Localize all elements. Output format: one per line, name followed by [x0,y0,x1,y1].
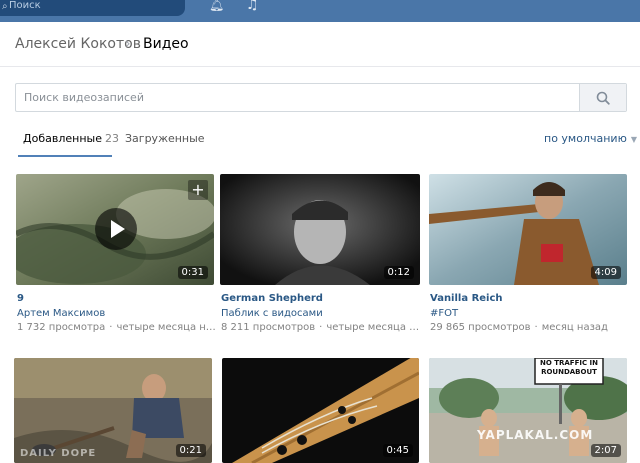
video-views: 29 865 просмотров [430,322,531,333]
video-duration: 0:45 [382,444,413,457]
video-title[interactable]: German Shepherd [221,293,323,304]
search-button[interactable] [579,84,626,111]
video-meta: 1 732 просмотра·четыре месяца назад [17,322,217,333]
chevron-down-icon: ▼ [630,135,637,144]
video-views: 1 732 просмотра [17,322,106,333]
video-meta: 29 865 просмотров · месяц назад [430,322,608,333]
search-icon: ⌕ [2,1,8,12]
video-date: четыре месяца назад [326,322,421,333]
video-search-box [15,83,627,112]
video-duration: 0:21 [175,444,206,457]
video-tabs: Добавленные 23 Загруженные по умолчанию ▼ [0,122,640,158]
video-date: месяц назад [541,322,608,333]
tab-uploaded[interactable]: Загруженные [125,132,205,145]
breadcrumb: Алексей Кокотов › Видео [0,22,640,67]
page-title: Видео [143,36,189,52]
video-duration: 2:07 [590,444,621,457]
street-sign-text: NO TRAFFIC IN ROUNDABOUT [539,359,599,376]
video-title[interactable]: 9 [17,293,24,304]
video-duration: 0:12 [383,266,414,279]
video-author[interactable]: Артем Максимов [17,308,105,319]
magnifier-icon [596,91,610,105]
video-title[interactable]: Vanilla Reich [430,293,503,304]
video-thumbnail[interactable]: 4:09 [429,174,627,285]
video-thumbnail[interactable]: 0:45 [222,358,419,463]
tab-added-label: Добавленные [23,132,102,145]
music-note-icon[interactable]: ♫ [246,0,259,13]
video-duration: 4:09 [590,266,621,279]
video-views: 8 211 просмотров [221,322,316,333]
breadcrumb-chevron-icon: › [125,36,131,52]
watermark-text: DAILY DOPE [20,448,97,459]
video-thumbnail[interactable]: NO TRAFFIC IN ROUNDABOUT YAPLAKAL.COM 2:… [429,358,627,463]
notifications-bell-icon[interactable]: 🔔︎ [209,0,224,12]
video-author[interactable]: Паблик с видосами [221,308,323,319]
sort-dropdown[interactable]: по умолчанию ▼ [544,132,637,145]
watermark-text: YAPLAKAL.COM [477,428,594,442]
video-thumbnail[interactable]: + 0:31 [16,174,214,285]
video-meta: 8 211 просмотров·четыре месяца назад [221,322,421,333]
top-navigation-bar: ⌕ Поиск 🔔︎ ♫ [0,0,640,22]
video-thumbnail[interactable]: 0:12 [220,174,420,285]
global-search-placeholder: Поиск [9,0,41,11]
add-video-icon[interactable]: + [188,180,208,200]
video-search-input[interactable] [24,84,579,111]
breadcrumb-user-link[interactable]: Алексей Кокотов [15,36,141,52]
tab-added[interactable]: Добавленные 23 [23,132,119,145]
global-search-field[interactable]: ⌕ Поиск [0,0,185,16]
sort-label: по умолчанию [544,132,627,145]
active-tab-indicator [18,155,112,157]
play-icon[interactable] [95,208,137,250]
video-thumbnail[interactable]: DAILY DOPE 0:21 [14,358,212,463]
tab-added-count: 23 [104,132,119,145]
video-author[interactable]: #FOT [430,308,458,319]
video-page-card: Алексей Кокотов › Видео Добавленные23 За… [0,22,640,463]
video-date: четыре месяца назад [116,322,217,333]
video-duration: 0:31 [177,266,208,279]
